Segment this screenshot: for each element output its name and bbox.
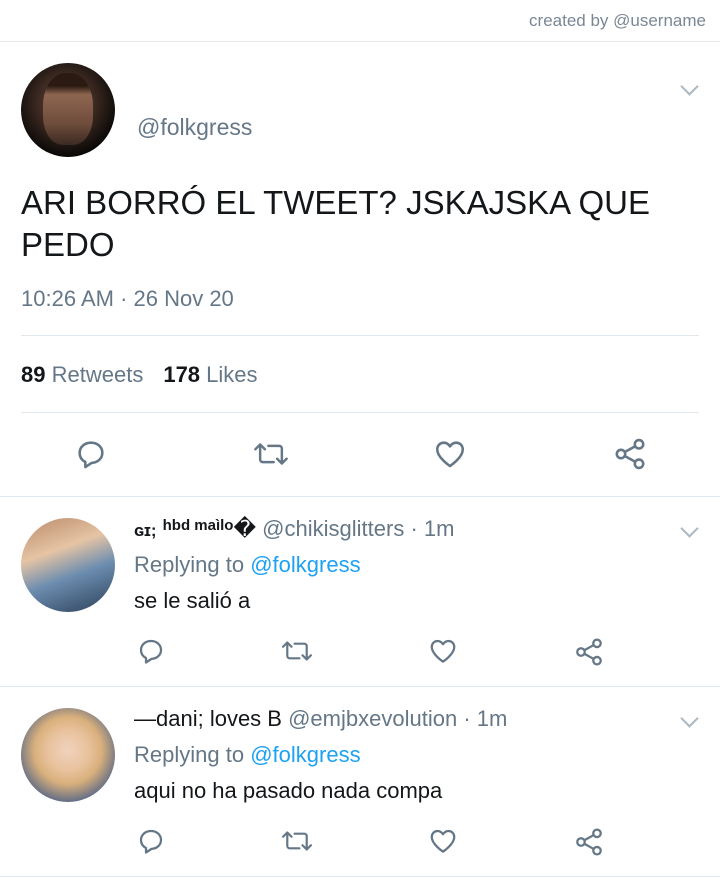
reply-avatar[interactable] bbox=[21, 708, 115, 802]
reply-text: aqui no ha pasado nada compa bbox=[134, 778, 443, 803]
stats-divider-top bbox=[21, 335, 699, 336]
share-icon[interactable] bbox=[573, 826, 605, 858]
retweet-icon[interactable] bbox=[280, 826, 314, 856]
retweet-icon[interactable] bbox=[280, 636, 314, 666]
likes-stat[interactable]: 178 Likes bbox=[163, 362, 257, 387]
reply-divider bbox=[0, 686, 720, 687]
main-tweet-timestamp: 10:26 AM · 26 Nov 20 bbox=[21, 286, 234, 311]
reply-icon[interactable] bbox=[136, 826, 166, 856]
main-tweet-avatar[interactable] bbox=[21, 63, 115, 157]
main-tweet-handle[interactable]: @folkgress bbox=[137, 114, 252, 141]
replying-to-mention[interactable]: @folkgress bbox=[250, 742, 360, 767]
share-icon[interactable] bbox=[573, 636, 605, 668]
reply-author-handle[interactable]: @chikisglitters bbox=[262, 516, 404, 541]
chevron-down-icon[interactable] bbox=[680, 77, 699, 96]
reply-icon[interactable] bbox=[74, 437, 108, 471]
reply-header: —dani; loves B @emjbxevolution · 1m bbox=[134, 706, 507, 732]
likes-label: Likes bbox=[206, 362, 258, 387]
retweet-icon[interactable] bbox=[252, 437, 290, 471]
reply-author-name[interactable]: —dani; loves B bbox=[134, 706, 282, 731]
reply-author-name[interactable]: ɢɪ; hbd maìlo� bbox=[134, 516, 256, 541]
reply-author-name-prefix: ɢɪ; bbox=[134, 521, 157, 540]
like-icon[interactable] bbox=[427, 636, 459, 666]
like-icon[interactable] bbox=[432, 437, 468, 471]
stats-divider-bottom bbox=[21, 412, 699, 413]
reply-time: · 1m bbox=[463, 706, 508, 731]
header-divider bbox=[0, 41, 720, 42]
reply-icon[interactable] bbox=[136, 636, 166, 666]
reply-divider bbox=[0, 876, 720, 877]
replying-to-line: Replying to @folkgress bbox=[134, 742, 361, 768]
share-icon[interactable] bbox=[612, 436, 648, 472]
reply-header: ɢɪ; hbd maìlo� @chikisglitters · 1m bbox=[134, 516, 454, 542]
replying-to-mention[interactable]: @folkgress bbox=[250, 552, 360, 577]
reply-avatar[interactable] bbox=[21, 518, 115, 612]
chevron-down-icon[interactable] bbox=[680, 519, 699, 538]
credit-label: created by @username bbox=[529, 11, 706, 30]
retweets-label: Retweets bbox=[51, 362, 144, 387]
main-tweet-text: ARI BORRÓ EL TWEET? JSKAJSKA QUE PEDO bbox=[21, 184, 650, 263]
replying-to-label: Replying to bbox=[134, 742, 245, 767]
reply-text: se le salió a bbox=[134, 588, 251, 613]
reply-divider bbox=[0, 496, 720, 497]
replying-to-line: Replying to @folkgress bbox=[134, 552, 361, 578]
reply-author-name-glyph: � bbox=[233, 516, 257, 541]
reply-time: · 1m bbox=[410, 516, 455, 541]
retweets-stat[interactable]: 89 Retweets bbox=[21, 362, 143, 387]
chevron-down-icon[interactable] bbox=[680, 709, 699, 728]
reply-author-handle[interactable]: @emjbxevolution bbox=[288, 706, 457, 731]
tweet-stats: 89 Retweets 178 Likes bbox=[21, 362, 258, 388]
replying-to-label: Replying to bbox=[134, 552, 245, 577]
retweets-count: 89 bbox=[21, 362, 46, 387]
likes-count: 178 bbox=[163, 362, 201, 387]
reply-author-name-small: hbd maìlo bbox=[162, 517, 234, 534]
like-icon[interactable] bbox=[427, 826, 459, 856]
